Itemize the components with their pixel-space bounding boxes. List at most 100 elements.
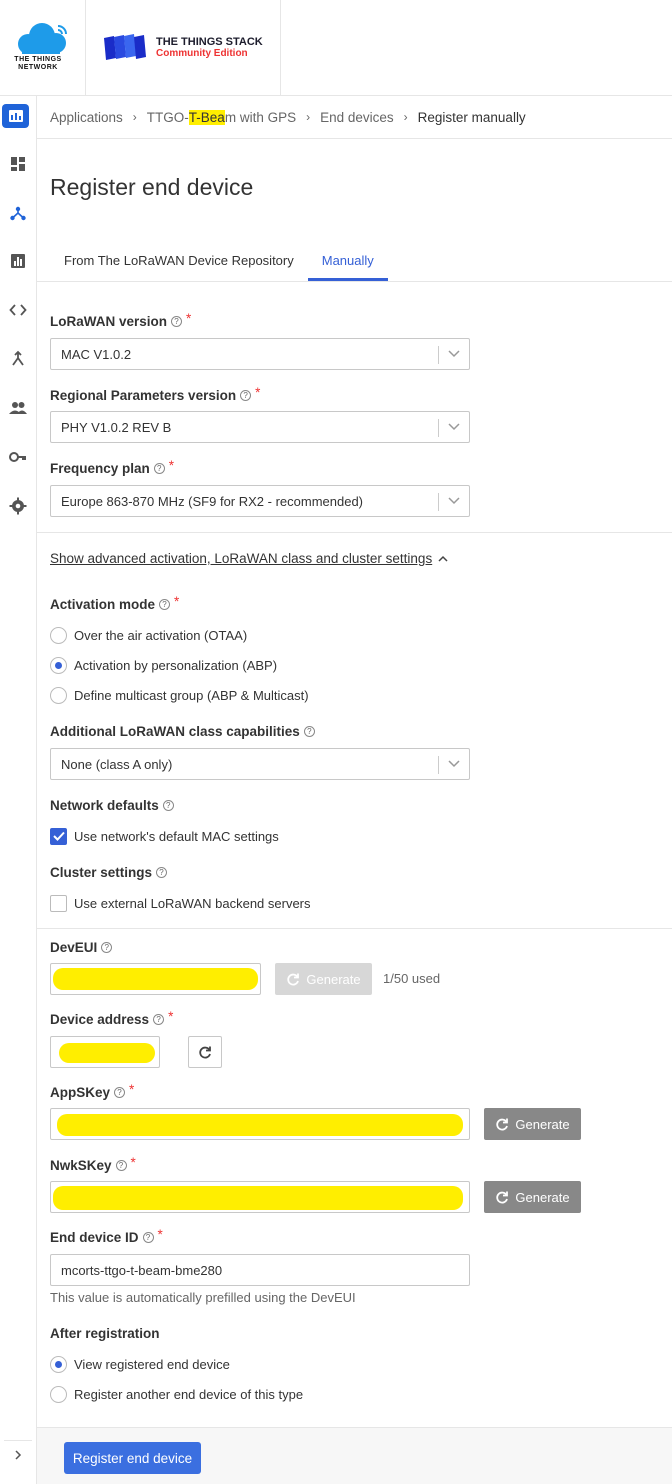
end-device-id-input[interactable]: mcorts-ttgo-t-beam-bme280 xyxy=(50,1254,470,1286)
activation-mode-label: Activation mode? * xyxy=(50,594,180,612)
tab-device-repository[interactable]: From The LoRaWAN Device Repository xyxy=(50,243,308,281)
nwkskey-generate-button[interactable]: Generate xyxy=(484,1181,581,1213)
tab-bar: From The LoRaWAN Device Repository Manua… xyxy=(50,243,388,281)
device-address-label: Device address? * xyxy=(50,1009,174,1027)
required-marker: * xyxy=(255,385,261,400)
help-icon[interactable]: ? xyxy=(114,1087,126,1098)
radio-otaa[interactable]: Over the air activation (OTAA) xyxy=(50,625,247,645)
network-defaults-label: Network defaults? xyxy=(50,798,174,813)
live-data-icon[interactable] xyxy=(4,247,32,275)
radio-button[interactable] xyxy=(50,686,67,704)
chevron-down-icon xyxy=(448,423,460,431)
radio-button[interactable] xyxy=(50,1385,67,1403)
tab-divider xyxy=(37,281,672,282)
tts-logo[interactable]: THE THINGS STACK Community Edition xyxy=(86,0,281,96)
redaction-mark xyxy=(57,1114,463,1136)
overview-icon[interactable] xyxy=(2,104,29,128)
help-icon[interactable]: ? xyxy=(115,1160,127,1171)
tts-title: THE THINGS STACK xyxy=(156,36,263,48)
help-icon[interactable]: ? xyxy=(153,463,165,474)
cluster-settings-checkbox-row[interactable]: Use external LoRaWAN backend servers xyxy=(50,893,311,913)
payload-formatters-icon[interactable] xyxy=(4,296,32,324)
chevron-up-icon xyxy=(438,555,448,562)
chevron-right-icon: › xyxy=(403,110,408,124)
tab-manually[interactable]: Manually xyxy=(307,243,388,281)
advanced-settings-toggle[interactable]: Show advanced activation, LoRaWAN class … xyxy=(50,551,448,566)
refresh-icon xyxy=(287,973,300,986)
help-icon[interactable]: ? xyxy=(142,1232,154,1243)
cluster-settings-label: Cluster settings? xyxy=(50,865,168,880)
general-settings-icon[interactable] xyxy=(4,492,32,520)
appskey-generate-button[interactable]: Generate xyxy=(484,1108,581,1140)
collaborators-icon[interactable] xyxy=(4,394,32,422)
chevron-down-icon xyxy=(448,497,460,505)
device-address-refresh-button[interactable] xyxy=(188,1036,222,1068)
help-icon[interactable]: ? xyxy=(240,390,252,401)
redaction-mark xyxy=(53,1186,463,1210)
help-icon[interactable]: ? xyxy=(159,599,171,610)
end-devices-icon[interactable] xyxy=(4,199,32,227)
api-keys-icon[interactable] xyxy=(4,443,32,471)
class-capabilities-select[interactable]: None (class A only) xyxy=(50,748,470,780)
checkbox[interactable] xyxy=(50,894,67,912)
device-address-input[interactable] xyxy=(50,1036,160,1068)
collapse-sidebar-button[interactable] xyxy=(4,1440,32,1468)
radio-abp[interactable]: Activation by personalization (ABP) xyxy=(50,655,277,675)
chevron-right-icon: › xyxy=(306,110,311,124)
register-end-device-button[interactable]: Register end device xyxy=(64,1442,201,1474)
breadcrumb-end-devices[interactable]: End devices xyxy=(320,110,394,125)
help-icon[interactable]: ? xyxy=(101,942,113,953)
network-defaults-checkbox-row[interactable]: Use network's default MAC settings xyxy=(50,826,279,846)
radio-button[interactable] xyxy=(50,626,67,644)
help-icon[interactable]: ? xyxy=(162,800,174,811)
help-icon[interactable]: ? xyxy=(156,867,168,878)
tts-subtitle: Community Edition xyxy=(156,48,248,59)
dashboard-icon[interactable] xyxy=(4,150,32,178)
required-marker: * xyxy=(186,311,192,326)
breadcrumb: Applications › TTGO-T-Beam with GPS › En… xyxy=(37,96,672,139)
deveui-usage: 1/50 used xyxy=(383,971,441,986)
refresh-icon xyxy=(496,1191,509,1204)
ttn-logo[interactable]: THE THINGS NETWORK xyxy=(0,0,86,96)
breadcrumb-current: Register manually xyxy=(417,109,526,125)
required-marker: * xyxy=(130,1155,136,1170)
radio-button-selected[interactable] xyxy=(50,1355,67,1373)
sidebar xyxy=(0,96,37,1484)
end-device-id-label: End device ID? * xyxy=(50,1227,163,1245)
required-marker: * xyxy=(157,1227,163,1242)
deveui-input[interactable] xyxy=(50,963,261,995)
help-icon[interactable]: ? xyxy=(303,726,315,737)
appskey-input[interactable] xyxy=(50,1108,470,1140)
radio-view-device[interactable]: View registered end device xyxy=(50,1354,230,1374)
tts-blocks-icon xyxy=(104,34,146,60)
deveui-generate-button[interactable]: Generate xyxy=(275,963,372,995)
chevron-down-icon xyxy=(448,760,460,768)
breadcrumb-application[interactable]: TTGO-T-Beam with GPS xyxy=(147,109,296,125)
class-capabilities-label: Additional LoRaWAN class capabilities? xyxy=(50,724,315,739)
regional-params-select[interactable]: PHY V1.0.2 REV B xyxy=(50,411,470,443)
redaction-mark xyxy=(59,1043,155,1063)
help-icon[interactable]: ? xyxy=(153,1014,165,1025)
frequency-plan-select[interactable]: Europe 863-870 MHz (SF9 for RX2 - recomm… xyxy=(50,485,470,517)
lorawan-version-select[interactable]: MAC V1.0.2 xyxy=(50,338,470,370)
radio-multicast[interactable]: Define multicast group (ABP & Multicast) xyxy=(50,685,309,705)
radio-button-selected[interactable] xyxy=(50,656,67,674)
required-marker: * xyxy=(168,1009,174,1024)
nwkskey-input[interactable] xyxy=(50,1181,470,1213)
refresh-icon xyxy=(496,1118,509,1131)
ttn-cloud-icon xyxy=(18,23,67,54)
ttn-logo-text: THE THINGS NETWORK xyxy=(14,56,62,71)
breadcrumb-applications[interactable]: Applications xyxy=(50,110,123,125)
section-divider xyxy=(37,928,672,929)
chevron-down-icon xyxy=(448,350,460,358)
deveui-label: DevEUI? xyxy=(50,940,113,955)
chevron-right-icon: › xyxy=(132,110,137,124)
checkbox-checked[interactable] xyxy=(50,827,67,845)
radio-register-another[interactable]: Register another end device of this type xyxy=(50,1384,303,1404)
check-icon xyxy=(52,831,65,841)
integrations-icon[interactable] xyxy=(4,345,32,373)
section-divider xyxy=(37,532,672,533)
refresh-icon xyxy=(199,1046,211,1059)
top-header: THE THINGS NETWORK THE THINGS STACK Comm… xyxy=(0,0,672,96)
help-icon[interactable]: ? xyxy=(171,316,183,327)
